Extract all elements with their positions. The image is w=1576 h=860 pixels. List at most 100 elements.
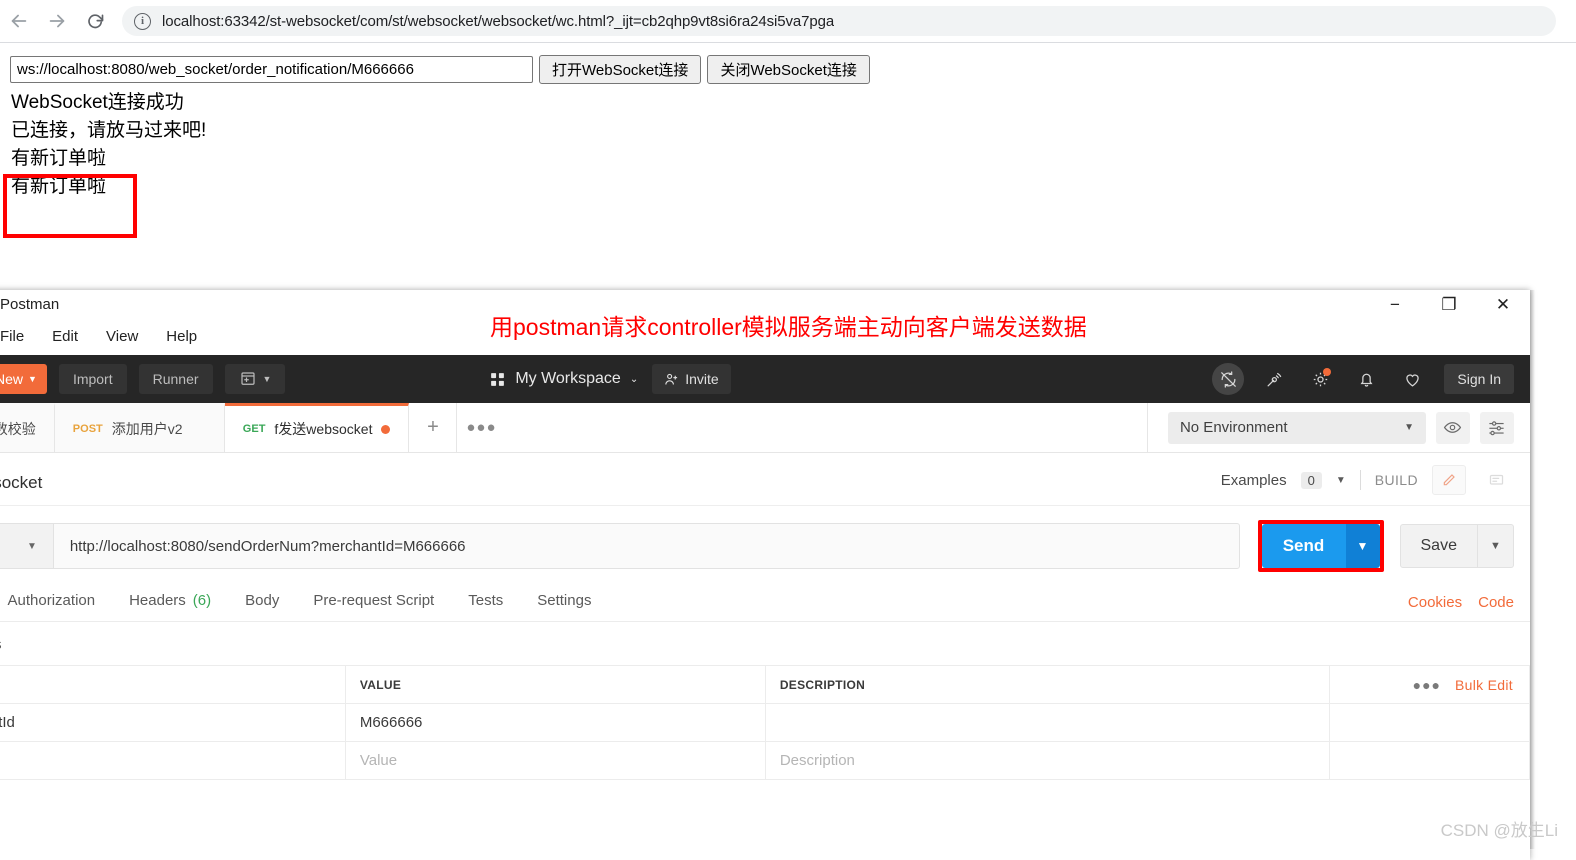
invite-button[interactable]: Invite xyxy=(652,364,730,394)
table-options-icon[interactable]: ●●● xyxy=(1413,677,1441,693)
http-method-selector[interactable]: GET ▼ xyxy=(0,523,53,569)
chevron-down-icon: ▼ xyxy=(27,541,37,552)
unsaved-indicator-icon xyxy=(381,425,390,434)
close-websocket-button[interactable]: 关闭WebSocket连接 xyxy=(707,55,869,84)
watermark: CSDN @放生Li xyxy=(1441,816,1558,841)
chevron-down-icon[interactable]: ▼ xyxy=(1336,475,1346,486)
websocket-log: WebSocket连接成功 已连接，请放马过来吧! 有新订单啦 有新订单啦 xyxy=(11,89,206,201)
chevron-down-icon: ▼ xyxy=(263,374,272,384)
tab-options-icon[interactable]: ●●● xyxy=(457,403,505,452)
bulk-edit-button[interactable]: Bulk Edit xyxy=(1455,677,1513,693)
request-tab-active[interactable]: GET f发送websocket xyxy=(225,403,410,452)
subtab-body[interactable]: Body xyxy=(243,586,281,622)
window-edge-shadow xyxy=(1530,290,1535,849)
heart-icon[interactable] xyxy=(1396,363,1428,395)
address-bar-url: localhost:63342/st-websocket/com/st/webs… xyxy=(162,13,834,30)
runner-button[interactable]: Runner xyxy=(139,364,213,394)
address-bar[interactable]: i localhost:63342/st-websocket/com/st/we… xyxy=(122,6,1556,36)
menu-item-file[interactable]: File xyxy=(0,328,24,345)
import-button[interactable]: Import xyxy=(59,364,127,394)
subtab-headers[interactable]: Headers (6) xyxy=(127,586,213,622)
websocket-url-input[interactable] xyxy=(10,56,533,83)
subtab-label: Tests xyxy=(468,592,503,609)
environment-settings-button[interactable] xyxy=(1480,412,1514,444)
pencil-icon xyxy=(1441,472,1457,488)
cookies-link[interactable]: Cookies xyxy=(1408,594,1462,611)
row-value-placeholder[interactable]: Value xyxy=(345,742,765,780)
send-button[interactable]: Send xyxy=(1262,524,1346,568)
postman-menubar: File Edit View Help xyxy=(0,328,197,345)
divider xyxy=(1360,470,1361,490)
send-button-group: Send ▼ xyxy=(1258,520,1384,572)
environment-quick-look-button[interactable] xyxy=(1436,412,1470,444)
table-row[interactable]: ✔ merchantId M666666 xyxy=(0,704,1529,742)
request-url-input[interactable]: http://localhost:8080/sendOrderNum?merch… xyxy=(53,523,1240,569)
websocket-log-line: 有新订单啦 xyxy=(11,145,206,173)
new-window-button[interactable]: ▼ xyxy=(225,364,286,394)
subtab-label: Settings xyxy=(537,592,591,609)
row-description[interactable] xyxy=(765,704,1329,742)
toolbar-right-icons: Sign In xyxy=(1212,355,1514,403)
subtab-pre-request-script[interactable]: Pre-request Script xyxy=(311,586,436,622)
site-info-icon[interactable]: i xyxy=(134,13,151,30)
tab-label: 添加用户v2 xyxy=(112,419,183,439)
new-button[interactable]: New ▼ xyxy=(0,364,47,394)
postman-window: Postman 用postman请求controller模拟服务端主动向客户端发… xyxy=(0,290,1530,860)
sign-in-button[interactable]: Sign In xyxy=(1444,364,1514,394)
minimize-icon[interactable]: − xyxy=(1386,296,1404,314)
row-actions xyxy=(1329,704,1529,742)
menu-item-edit[interactable]: Edit xyxy=(52,328,78,345)
postman-toolbar: New ▼ Import Runner ▼ My xyxy=(0,355,1530,403)
reload-icon[interactable] xyxy=(76,2,114,40)
tab-label: 简单的参数校验 xyxy=(0,419,36,439)
subtab-tests[interactable]: Tests xyxy=(466,586,505,622)
row-key-placeholder[interactable]: Key xyxy=(0,742,345,780)
build-button[interactable]: BUILD xyxy=(1375,472,1418,488)
request-tab[interactable]: POST 添加用户v2 xyxy=(55,403,225,452)
chevron-down-icon: ⌄ xyxy=(630,374,638,385)
request-tabs: POST 简单的参数校验 POST 添加用户v2 GET f发送websocke… xyxy=(0,403,505,452)
request-breadcrumb[interactable]: ▶ f发送websocket xyxy=(0,468,42,493)
code-link[interactable]: Code xyxy=(1478,594,1514,611)
subtab-label: Body xyxy=(245,592,279,609)
save-button[interactable]: Save xyxy=(1400,524,1478,568)
subtab-settings[interactable]: Settings xyxy=(535,586,593,622)
forward-icon[interactable] xyxy=(38,2,76,40)
back-icon[interactable] xyxy=(0,2,38,40)
new-window-icon xyxy=(239,370,257,388)
close-icon[interactable]: ✕ xyxy=(1494,296,1512,314)
row-value[interactable]: M666666 xyxy=(345,704,765,742)
websocket-log-line: 已连接，请放马过来吧! xyxy=(11,117,206,145)
header-value: VALUE xyxy=(345,666,765,704)
row-description-placeholder[interactable]: Description xyxy=(765,742,1329,780)
examples-count: 0 xyxy=(1301,472,1322,489)
window-controls: − ❐ ✕ xyxy=(1386,296,1512,314)
workspace-selector[interactable]: My Workspace ⌄ xyxy=(489,370,638,388)
menu-item-view[interactable]: View xyxy=(106,328,138,345)
subtabs-right-links: Cookies Code xyxy=(1408,594,1514,621)
new-tab-button[interactable]: + xyxy=(409,403,457,452)
satellite-icon[interactable] xyxy=(1258,363,1290,395)
save-options-button[interactable]: ▼ xyxy=(1478,524,1514,568)
send-options-button[interactable]: ▼ xyxy=(1346,524,1380,568)
sync-off-icon[interactable] xyxy=(1212,363,1244,395)
request-tabs-bar: POST 简单的参数校验 POST 添加用户v2 GET f发送websocke… xyxy=(0,403,1530,453)
subtab-label: Pre-request Script xyxy=(313,592,434,609)
subtab-authorization[interactable]: Authorization xyxy=(6,586,98,622)
request-tab[interactable]: POST 简单的参数校验 xyxy=(0,403,55,452)
tab-method: GET xyxy=(243,423,266,435)
environment-selector[interactable]: No Environment ▼ xyxy=(1168,412,1426,444)
table-row[interactable]: Key Value Description xyxy=(0,742,1529,780)
request-subtabs: Params Authorization Headers (6) Body Pr… xyxy=(0,586,1530,622)
bell-icon[interactable] xyxy=(1350,363,1382,395)
open-websocket-button[interactable]: 打开WebSocket连接 xyxy=(539,55,701,84)
row-key[interactable]: merchantId xyxy=(0,704,345,742)
edit-request-button[interactable] xyxy=(1432,465,1466,495)
maximize-icon[interactable]: ❐ xyxy=(1440,296,1458,314)
postman-body: Search for... History Collections APIs +… xyxy=(0,403,1530,860)
comment-button[interactable] xyxy=(1480,465,1514,495)
query-params-label: Query Params xyxy=(0,622,1530,665)
gear-icon[interactable] xyxy=(1304,363,1336,395)
menu-item-help[interactable]: Help xyxy=(166,328,197,345)
request-name-actions: Examples 0 ▼ BUILD xyxy=(1221,465,1514,495)
